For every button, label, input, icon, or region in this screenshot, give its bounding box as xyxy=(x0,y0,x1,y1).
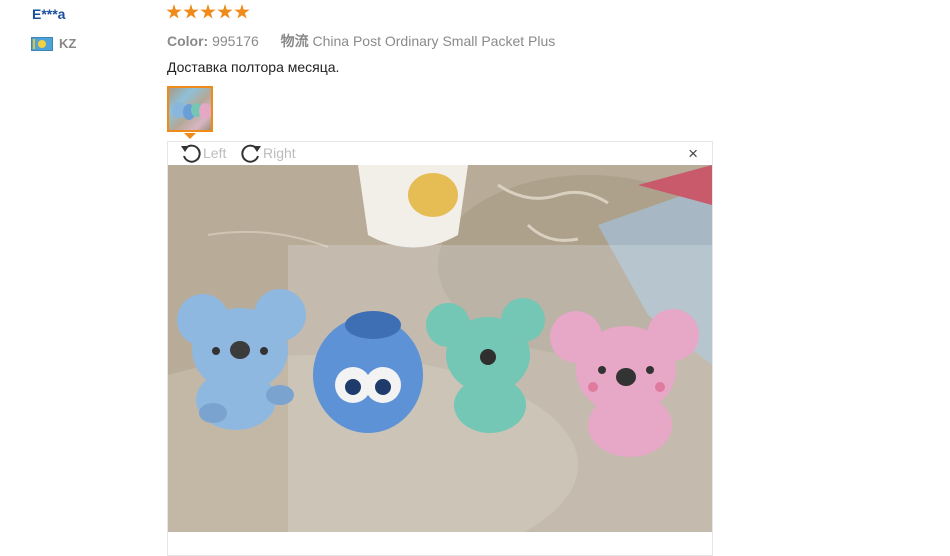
star-icon xyxy=(234,4,250,19)
viewer-toolbar: Left Right × xyxy=(168,142,712,165)
star-icon xyxy=(200,4,216,19)
rotate-left-button[interactable]: Left xyxy=(180,143,226,163)
star-rating xyxy=(166,4,250,20)
close-icon[interactable]: × xyxy=(688,145,698,162)
order-meta: Color: 995176 物流 China Post Ordinary Sma… xyxy=(167,31,555,51)
kazakhstan-flag-icon xyxy=(31,36,53,51)
reviewer-name[interactable]: E***a xyxy=(32,6,65,22)
star-icon xyxy=(183,4,199,19)
rotate-right-icon xyxy=(241,144,261,163)
rotate-left-icon xyxy=(181,144,201,163)
rotate-left-label: Left xyxy=(203,145,227,161)
image-viewer: Left Right × xyxy=(167,141,713,556)
star-icon xyxy=(217,4,233,19)
shipping-label: 物流 xyxy=(280,33,309,49)
rotate-right-button[interactable]: Right xyxy=(240,143,296,163)
reviewer-country: KZ xyxy=(31,36,76,51)
review-image-thumbnail[interactable] xyxy=(167,86,213,132)
review-photo xyxy=(168,165,712,532)
rotate-right-label: Right xyxy=(263,145,296,161)
color-value: 995176 xyxy=(212,33,259,49)
feedback-text: Доставка полтора месяца. xyxy=(167,59,340,75)
country-code: KZ xyxy=(59,36,77,51)
star-icon xyxy=(166,4,182,19)
color-label: Color: xyxy=(167,33,209,49)
thumbnail-pointer xyxy=(184,133,196,139)
shipping-value: China Post Ordinary Small Packet Plus xyxy=(312,33,556,49)
